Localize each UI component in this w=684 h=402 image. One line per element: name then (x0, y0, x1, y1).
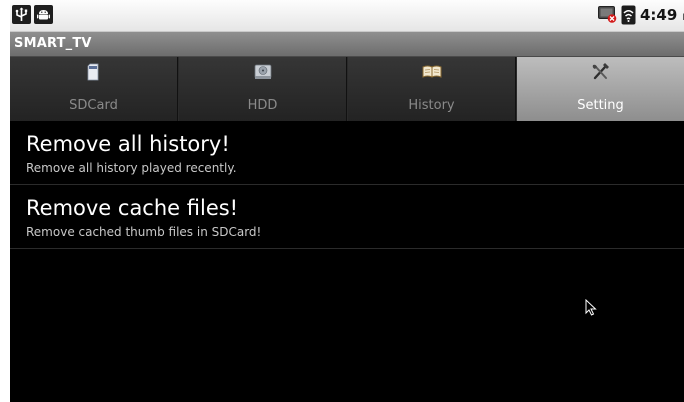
tools-icon (592, 63, 609, 80)
book-icon (422, 65, 441, 78)
tab-label: History (408, 98, 455, 113)
setting-title: Remove cache files! (26, 196, 239, 220)
tab-label: Setting (577, 98, 624, 113)
tab-hdd[interactable]: HDD (179, 57, 347, 121)
tab-label: HDD (247, 98, 278, 113)
sdcard-icon (87, 63, 98, 81)
setting-title: Remove all history! (26, 132, 230, 156)
tab-history[interactable]: History (348, 57, 516, 121)
tv-disconnected-icon (598, 6, 617, 23)
settings-list: Remove all history! Remove all history p… (10, 121, 684, 249)
mouse-pointer-icon (585, 299, 597, 316)
status-bar: 4:49 PM (10, 0, 684, 32)
usb-icon (12, 5, 31, 24)
setting-subtitle: Remove all history played recently. (26, 161, 237, 175)
setting-subtitle: Remove cached thumb files in SDCard! (26, 225, 262, 239)
android-debug-icon (34, 5, 53, 24)
tab-label: SDCard (69, 98, 118, 113)
device-screen: 4:49 PM SMART_TV SDCard HDD (10, 0, 684, 402)
tab-sdcard[interactable]: SDCard (10, 57, 178, 121)
tab-setting[interactable]: Setting (517, 57, 684, 121)
hdd-icon (254, 64, 271, 79)
app-title: SMART_TV (14, 36, 92, 51)
tab-bar: SDCard HDD History Setting (10, 57, 684, 121)
setting-remove-cache[interactable]: Remove cache files! Remove cached thumb … (10, 185, 684, 249)
app-title-bar: SMART_TV (10, 32, 684, 57)
setting-remove-history[interactable]: Remove all history! Remove all history p… (10, 121, 684, 185)
status-clock: 4:49 PM (640, 6, 684, 24)
wifi-icon (621, 5, 636, 25)
clock-time: 4:49 (640, 6, 678, 24)
